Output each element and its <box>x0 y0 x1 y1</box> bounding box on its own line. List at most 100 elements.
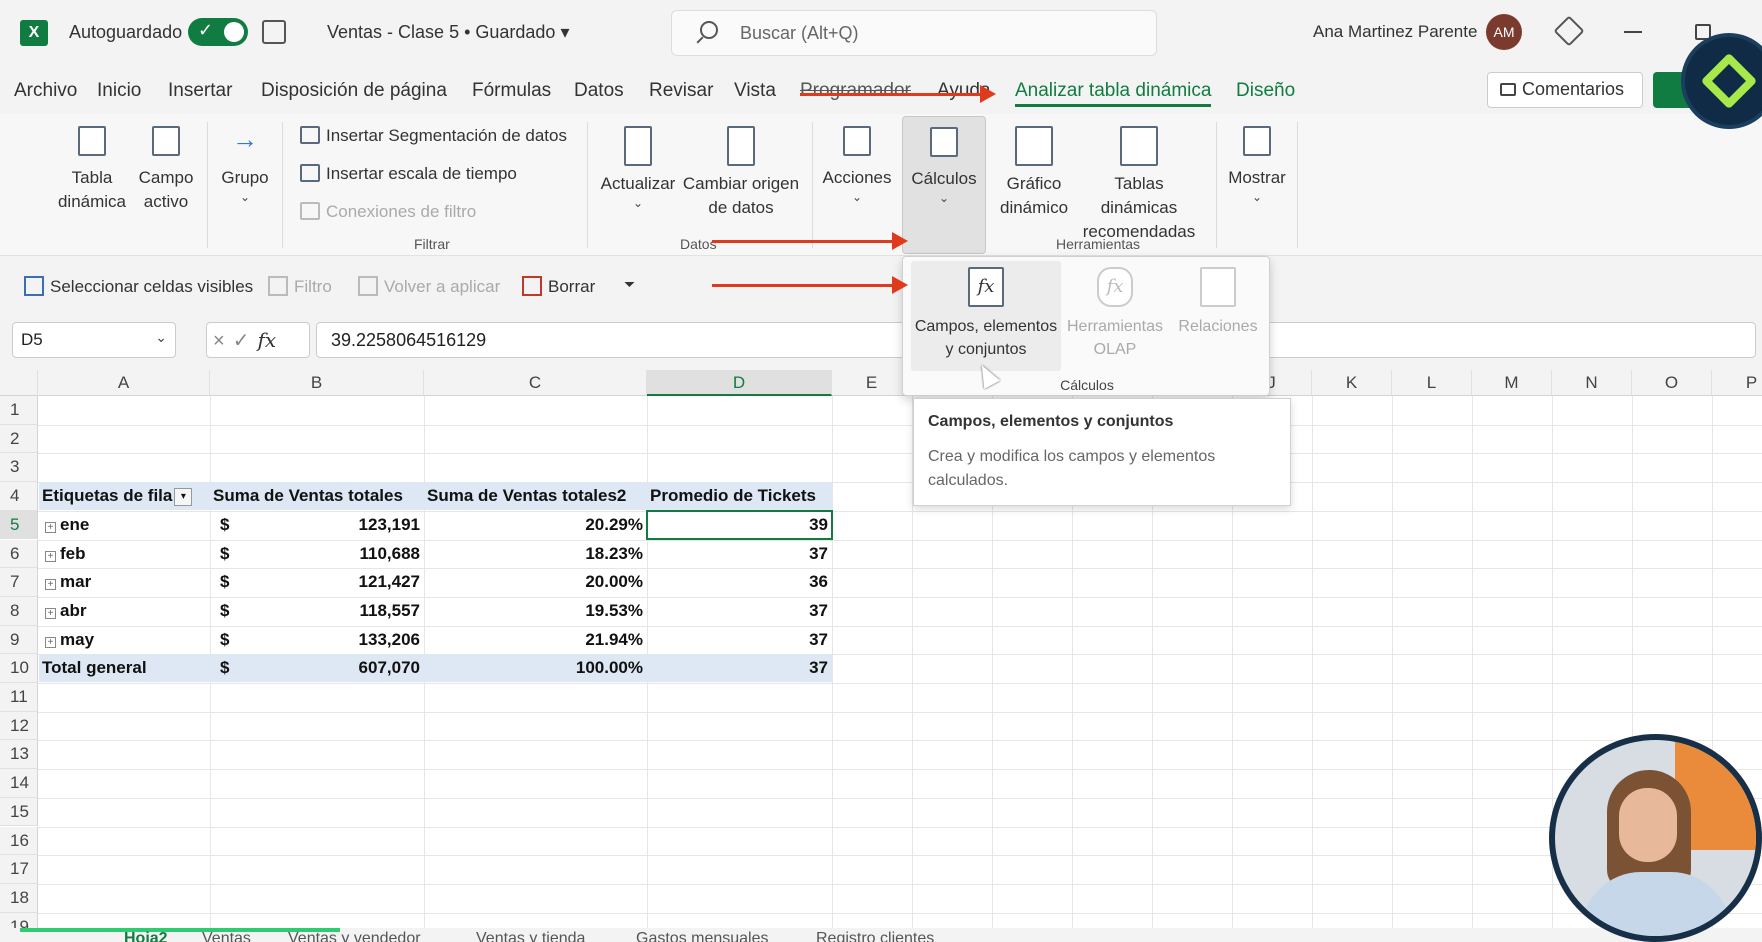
pivot-ventas[interactable]: 110,688 <box>210 540 424 568</box>
total-tickets[interactable]: 37 <box>647 654 832 682</box>
pivot-row-label[interactable]: + mar <box>39 568 210 596</box>
tab-disposicion[interactable]: Disposición de página <box>261 80 447 102</box>
column-header[interactable]: L <box>1392 370 1472 396</box>
cancel-icon[interactable]: × <box>213 330 233 352</box>
column-header[interactable]: M <box>1472 370 1552 396</box>
pivot-ventas[interactable]: 133,206 <box>210 626 424 654</box>
filter-dropdown-icon[interactable]: ▾ <box>174 488 193 506</box>
row-header[interactable]: 12 <box>0 711 38 741</box>
sheet-tab[interactable]: Registro clientes <box>816 930 934 942</box>
pivot-pct[interactable]: 18.23% <box>424 540 647 568</box>
filtro-button[interactable]: Filtro <box>268 276 332 297</box>
save-icon[interactable] <box>262 20 286 44</box>
volver-aplicar-button[interactable]: Volver a aplicar <box>358 276 500 297</box>
tab-inicio[interactable]: Inicio <box>97 80 141 102</box>
relaciones-button[interactable]: Relaciones <box>1173 261 1263 371</box>
row-header[interactable]: 13 <box>0 740 38 770</box>
total-ventas[interactable]: 607,070 <box>210 654 424 682</box>
row-header[interactable]: 14 <box>0 769 38 798</box>
seleccionar-celdas-button[interactable]: Seleccionar celdas visibles <box>24 276 253 297</box>
pivot-header[interactable]: Suma de Ventas totales <box>210 482 424 510</box>
grafico-dinamico-button[interactable]: Gráfico dinámico <box>1000 126 1068 220</box>
column-header[interactable]: B <box>210 370 424 396</box>
pivot-tickets[interactable]: 37 <box>647 597 832 625</box>
pivot-row-label[interactable]: + may <box>39 626 210 654</box>
pivot-pct[interactable]: 20.00% <box>424 568 647 596</box>
expand-icon[interactable]: + <box>45 522 56 533</box>
avatar[interactable]: AM <box>1486 14 1522 50</box>
sheet-tab[interactable]: Ventas <box>202 930 251 942</box>
herramientas-olap-button[interactable]: fx Herramientas OLAP <box>1063 261 1167 371</box>
borrar-button[interactable]: Borrar <box>522 276 595 297</box>
insert-function-icon[interactable]: fx <box>257 328 276 352</box>
tab-insertar[interactable]: Insertar <box>168 80 232 102</box>
row-header[interactable]: 4 <box>0 482 38 511</box>
row-header[interactable]: 8 <box>0 596 38 626</box>
minimize-icon[interactable] <box>1624 31 1642 33</box>
row-header[interactable]: 6 <box>0 539 38 569</box>
row-header[interactable]: 2 <box>0 424 38 454</box>
pivot-header[interactable]: Suma de Ventas totales2 <box>424 482 647 510</box>
pivot-ventas[interactable]: 123,191 <box>210 511 424 539</box>
campo-activo-button[interactable]: Campo activo <box>128 126 204 214</box>
pivot-header-row-labels[interactable]: Etiquetas de fila ▾ <box>39 482 210 510</box>
pivot-tickets[interactable]: 37 <box>647 540 832 568</box>
tab-formulas[interactable]: Fórmulas <box>472 80 551 102</box>
pivot-row-label[interactable]: + abr <box>39 597 210 625</box>
row-header[interactable]: 18 <box>0 883 38 913</box>
cambiar-origen-button[interactable]: Cambiar origen de datos <box>682 126 800 220</box>
calculos-button[interactable]: Cálculos ⌄ <box>902 116 986 254</box>
insertar-segmentacion-button[interactable]: Insertar Segmentación de datos <box>300 126 567 146</box>
insertar-escala-button[interactable]: Insertar escala de tiempo <box>300 164 517 184</box>
pivot-tickets[interactable]: 37 <box>647 626 832 654</box>
actualizar-button[interactable]: Actualizar ⌄ <box>600 126 676 210</box>
total-label[interactable]: Total general <box>39 654 210 682</box>
row-header[interactable]: 7 <box>0 568 38 597</box>
row-header[interactable]: 1 <box>0 396 38 425</box>
column-header[interactable]: K <box>1312 370 1392 396</box>
enter-icon[interactable]: ✓ <box>233 330 258 352</box>
row-header[interactable]: 11 <box>0 683 38 712</box>
tab-datos[interactable]: Datos <box>574 80 624 102</box>
document-title[interactable]: Ventas - Clase 5 • Guardado ▾ <box>327 22 569 43</box>
tab-diseno[interactable]: Diseño <box>1236 80 1295 102</box>
expand-icon[interactable]: + <box>45 608 56 620</box>
comments-button[interactable]: Comentarios <box>1487 72 1643 108</box>
select-all-corner[interactable] <box>0 370 38 396</box>
tab-programador[interactable]: Programador <box>800 80 911 102</box>
pivot-pct[interactable]: 19.53% <box>424 597 647 625</box>
row-header[interactable]: 9 <box>0 625 38 655</box>
search-box[interactable]: Buscar (Alt+Q) <box>671 10 1157 56</box>
expand-icon[interactable]: + <box>45 636 56 648</box>
sheet-tab[interactable]: Hoja2 <box>124 930 168 942</box>
sheet-tab[interactable]: Gastos mensuales <box>636 930 769 942</box>
mostrar-button[interactable]: Mostrar ⌄ <box>1222 126 1292 204</box>
pivot-pct[interactable]: 21.94% <box>424 626 647 654</box>
acciones-button[interactable]: Acciones ⌄ <box>820 126 894 204</box>
pivot-row-label[interactable]: + ene <box>39 511 210 539</box>
premium-diamond-icon[interactable] <box>1553 15 1585 47</box>
conexiones-filtro-button[interactable]: Conexiones de filtro <box>300 202 476 222</box>
pivot-tickets[interactable]: 36 <box>647 568 832 596</box>
column-header[interactable]: O <box>1632 370 1712 396</box>
row-header[interactable]: 10 <box>0 654 38 683</box>
spreadsheet-grid[interactable]: A B C D E F G H I J K L M N O P 12345678… <box>0 370 1762 942</box>
total-pct[interactable]: 100.00% <box>424 654 647 682</box>
row-header[interactable]: 5 <box>0 510 38 540</box>
row-header[interactable]: 16 <box>0 826 38 856</box>
column-header[interactable]: P <box>1712 370 1762 396</box>
autosave-toggle[interactable]: ✓ <box>188 18 248 46</box>
row-header[interactable]: 15 <box>0 797 38 827</box>
tab-archivo[interactable]: Archivo <box>14 80 77 102</box>
column-header[interactable]: D <box>647 370 832 396</box>
row-header[interactable]: 3 <box>0 453 38 483</box>
sheet-tab[interactable]: Ventas y tienda <box>476 930 585 942</box>
sheet-tab[interactable]: Ventas y vendedor <box>288 930 421 942</box>
row-header[interactable]: 17 <box>0 855 38 884</box>
expand-icon[interactable]: + <box>45 579 56 591</box>
grupo-button[interactable]: → Grupo ⌄ <box>214 126 276 204</box>
pivot-pct[interactable]: 20.29% <box>424 511 647 539</box>
tabla-dinamica-button[interactable]: Tabla dinámica <box>42 126 142 214</box>
column-header[interactable]: C <box>424 370 647 396</box>
pivot-row-label[interactable]: + feb <box>39 540 210 568</box>
